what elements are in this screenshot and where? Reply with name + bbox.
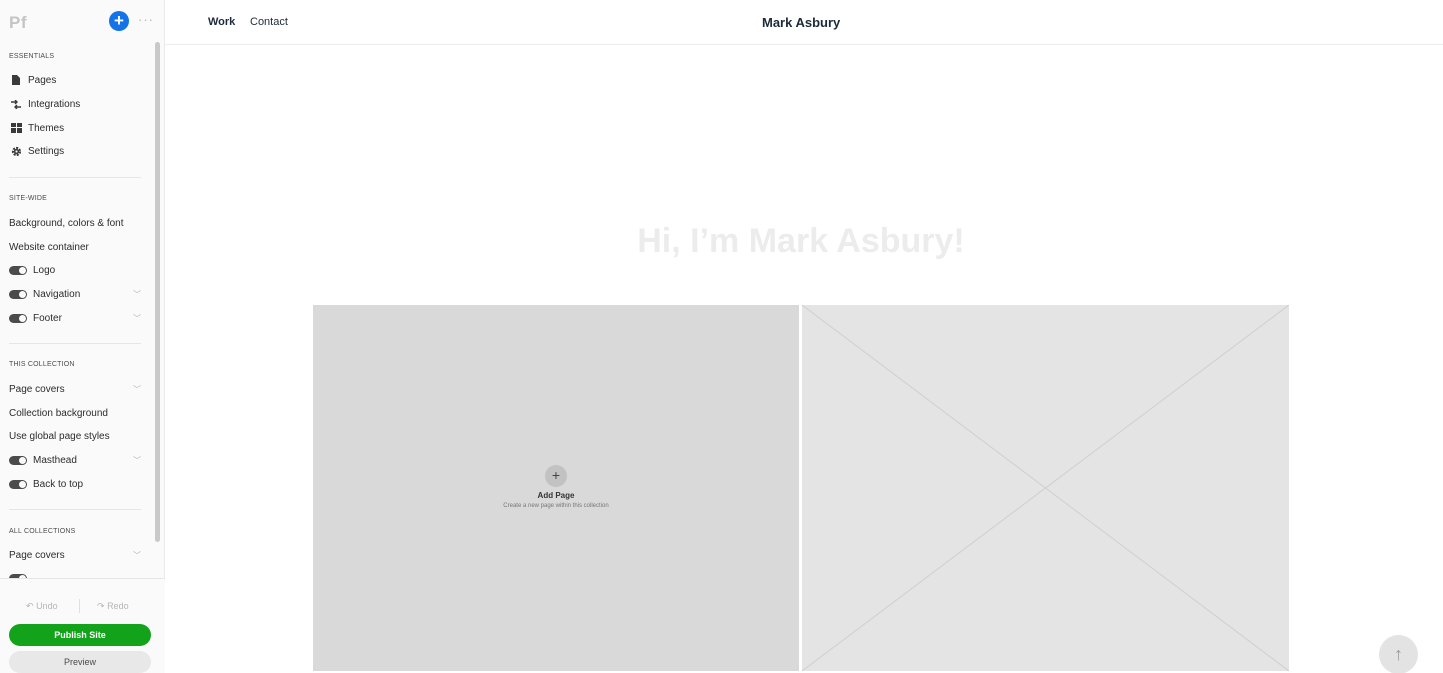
sidebar-item-integrations[interactable]: Integrations [9, 96, 141, 112]
undo-button[interactable]: ↶ Undo [26, 601, 58, 612]
preview-button[interactable]: Preview [9, 651, 151, 673]
sidebar-item-themes[interactable]: Themes [9, 120, 141, 136]
arrow-up-icon: ↑ [1394, 644, 1403, 664]
sidebar-item-label: Back to top [33, 478, 84, 490]
placeholder-tile[interactable] [801, 304, 1290, 672]
sidebar-item-label: Masthead [33, 454, 77, 466]
back-to-top-toggle[interactable] [9, 479, 27, 489]
section-title-this-collection: THIS COLLECTION [9, 361, 75, 368]
logo: Pf [9, 13, 27, 32]
app: Pf + ··· ESSENTIALS Pages Integrations T… [0, 0, 1443, 673]
sidebar-item-settings[interactable]: Settings [9, 143, 141, 159]
sidebar-item-use-global-page-styles[interactable]: Use global page styles [9, 428, 141, 444]
sidebar-item-footer[interactable]: Footer ﹀ [9, 310, 141, 326]
section-title-site-wide: SITE-WIDE [9, 195, 47, 202]
sidebar-item-label: Themes [28, 122, 65, 134]
chevron-down-icon[interactable]: ﹀ [133, 313, 141, 324]
themes-icon [9, 122, 23, 134]
add-page-title: Add Page [537, 491, 575, 500]
sidebar-item-label: Integrations [28, 98, 81, 110]
more-options-icon[interactable]: ··· [138, 12, 154, 27]
gear-icon [9, 145, 23, 157]
page-icon [9, 74, 23, 86]
scrollbar[interactable] [155, 42, 160, 542]
placeholder-cross-icon [801, 304, 1290, 672]
footer-toggle[interactable] [9, 313, 27, 323]
sidebar-item-label: Page covers [9, 383, 65, 395]
site-title[interactable]: Mark Asbury [762, 15, 840, 30]
chevron-down-icon[interactable]: ﹀ [133, 550, 141, 561]
chevron-down-icon[interactable]: ﹀ [133, 455, 141, 466]
sidebar: Pf + ··· ESSENTIALS Pages Integrations T… [0, 0, 165, 673]
sidebar-item-pages[interactable]: Pages [9, 72, 141, 88]
sidebar-panel[interactable]: ESSENTIALS Pages Integrations Themes Set… [0, 42, 165, 578]
divider [9, 177, 141, 178]
add-page-subtitle: Create a new page within this collection [503, 503, 609, 509]
redo-icon: ↷ [97, 601, 105, 611]
section-title-all-collections: ALL COLLECTIONS [9, 528, 76, 535]
add-button[interactable]: + [109, 11, 129, 31]
chevron-down-icon[interactable]: ﹀ [133, 289, 141, 300]
divider [9, 343, 141, 344]
sidebar-item-background-colors-font[interactable]: Background, colors & font [9, 215, 141, 231]
sidebar-item-website-container[interactable]: Website container [9, 239, 141, 255]
sidebar-item-label: Background, colors & font [9, 217, 124, 229]
sidebar-item-page-covers[interactable]: Page covers ﹀ [9, 381, 141, 397]
publish-site-button[interactable]: Publish Site [9, 624, 151, 646]
sidebar-item-label: Page covers [9, 549, 65, 561]
sidebar-item-partial[interactable] [9, 570, 141, 578]
nav-link-contact[interactable]: Contact [250, 16, 288, 28]
sidebar-item-label: Use global page styles [9, 430, 110, 442]
plus-icon: + [114, 11, 124, 30]
sidebar-item-label: Pages [28, 74, 57, 86]
logo-toggle[interactable] [9, 265, 27, 275]
nav-link-work[interactable]: Work [208, 16, 235, 28]
sidebar-item-label: Footer [33, 312, 62, 324]
masthead-toggle[interactable] [9, 455, 27, 465]
divider [79, 599, 80, 613]
site-header: Work Contact Mark Asbury [165, 0, 1443, 45]
sidebar-item-label: Logo [33, 264, 56, 276]
add-page-tile[interactable]: + Add Page Create a new page within this… [313, 305, 799, 671]
sidebar-item-label: Collection background [9, 407, 108, 419]
sidebar-item-logo[interactable]: Logo [9, 262, 141, 278]
sidebar-footer: ↶ Undo ↷ Redo Publish Site Preview [0, 578, 165, 673]
sidebar-item-label: Website container [9, 241, 89, 253]
hero-heading[interactable]: Hi, I’m Mark Asbury! [165, 222, 1437, 261]
sidebar-item-label: Settings [28, 145, 65, 157]
integrations-icon [9, 98, 23, 110]
navigation-toggle[interactable] [9, 289, 27, 299]
chevron-down-icon[interactable]: ﹀ [133, 384, 141, 395]
sidebar-item-navigation[interactable]: Navigation ﹀ [9, 286, 141, 302]
undo-icon: ↶ [26, 601, 34, 611]
back-to-top-button[interactable]: ↑ [1379, 635, 1418, 673]
sidebar-header: Pf + ··· [0, 0, 165, 42]
sidebar-item-back-to-top[interactable]: Back to top [9, 476, 141, 492]
plus-icon[interactable]: + [545, 465, 567, 487]
section-title-essentials: ESSENTIALS [9, 53, 55, 60]
sidebar-item-masthead[interactable]: Masthead ﹀ [9, 452, 141, 468]
divider [9, 509, 141, 510]
sidebar-item-collection-background[interactable]: Collection background [9, 405, 141, 421]
sidebar-item-label: Navigation [33, 288, 81, 300]
redo-button[interactable]: ↷ Redo [97, 601, 129, 612]
sidebar-item-page-covers-all[interactable]: Page covers ﹀ [9, 547, 141, 563]
